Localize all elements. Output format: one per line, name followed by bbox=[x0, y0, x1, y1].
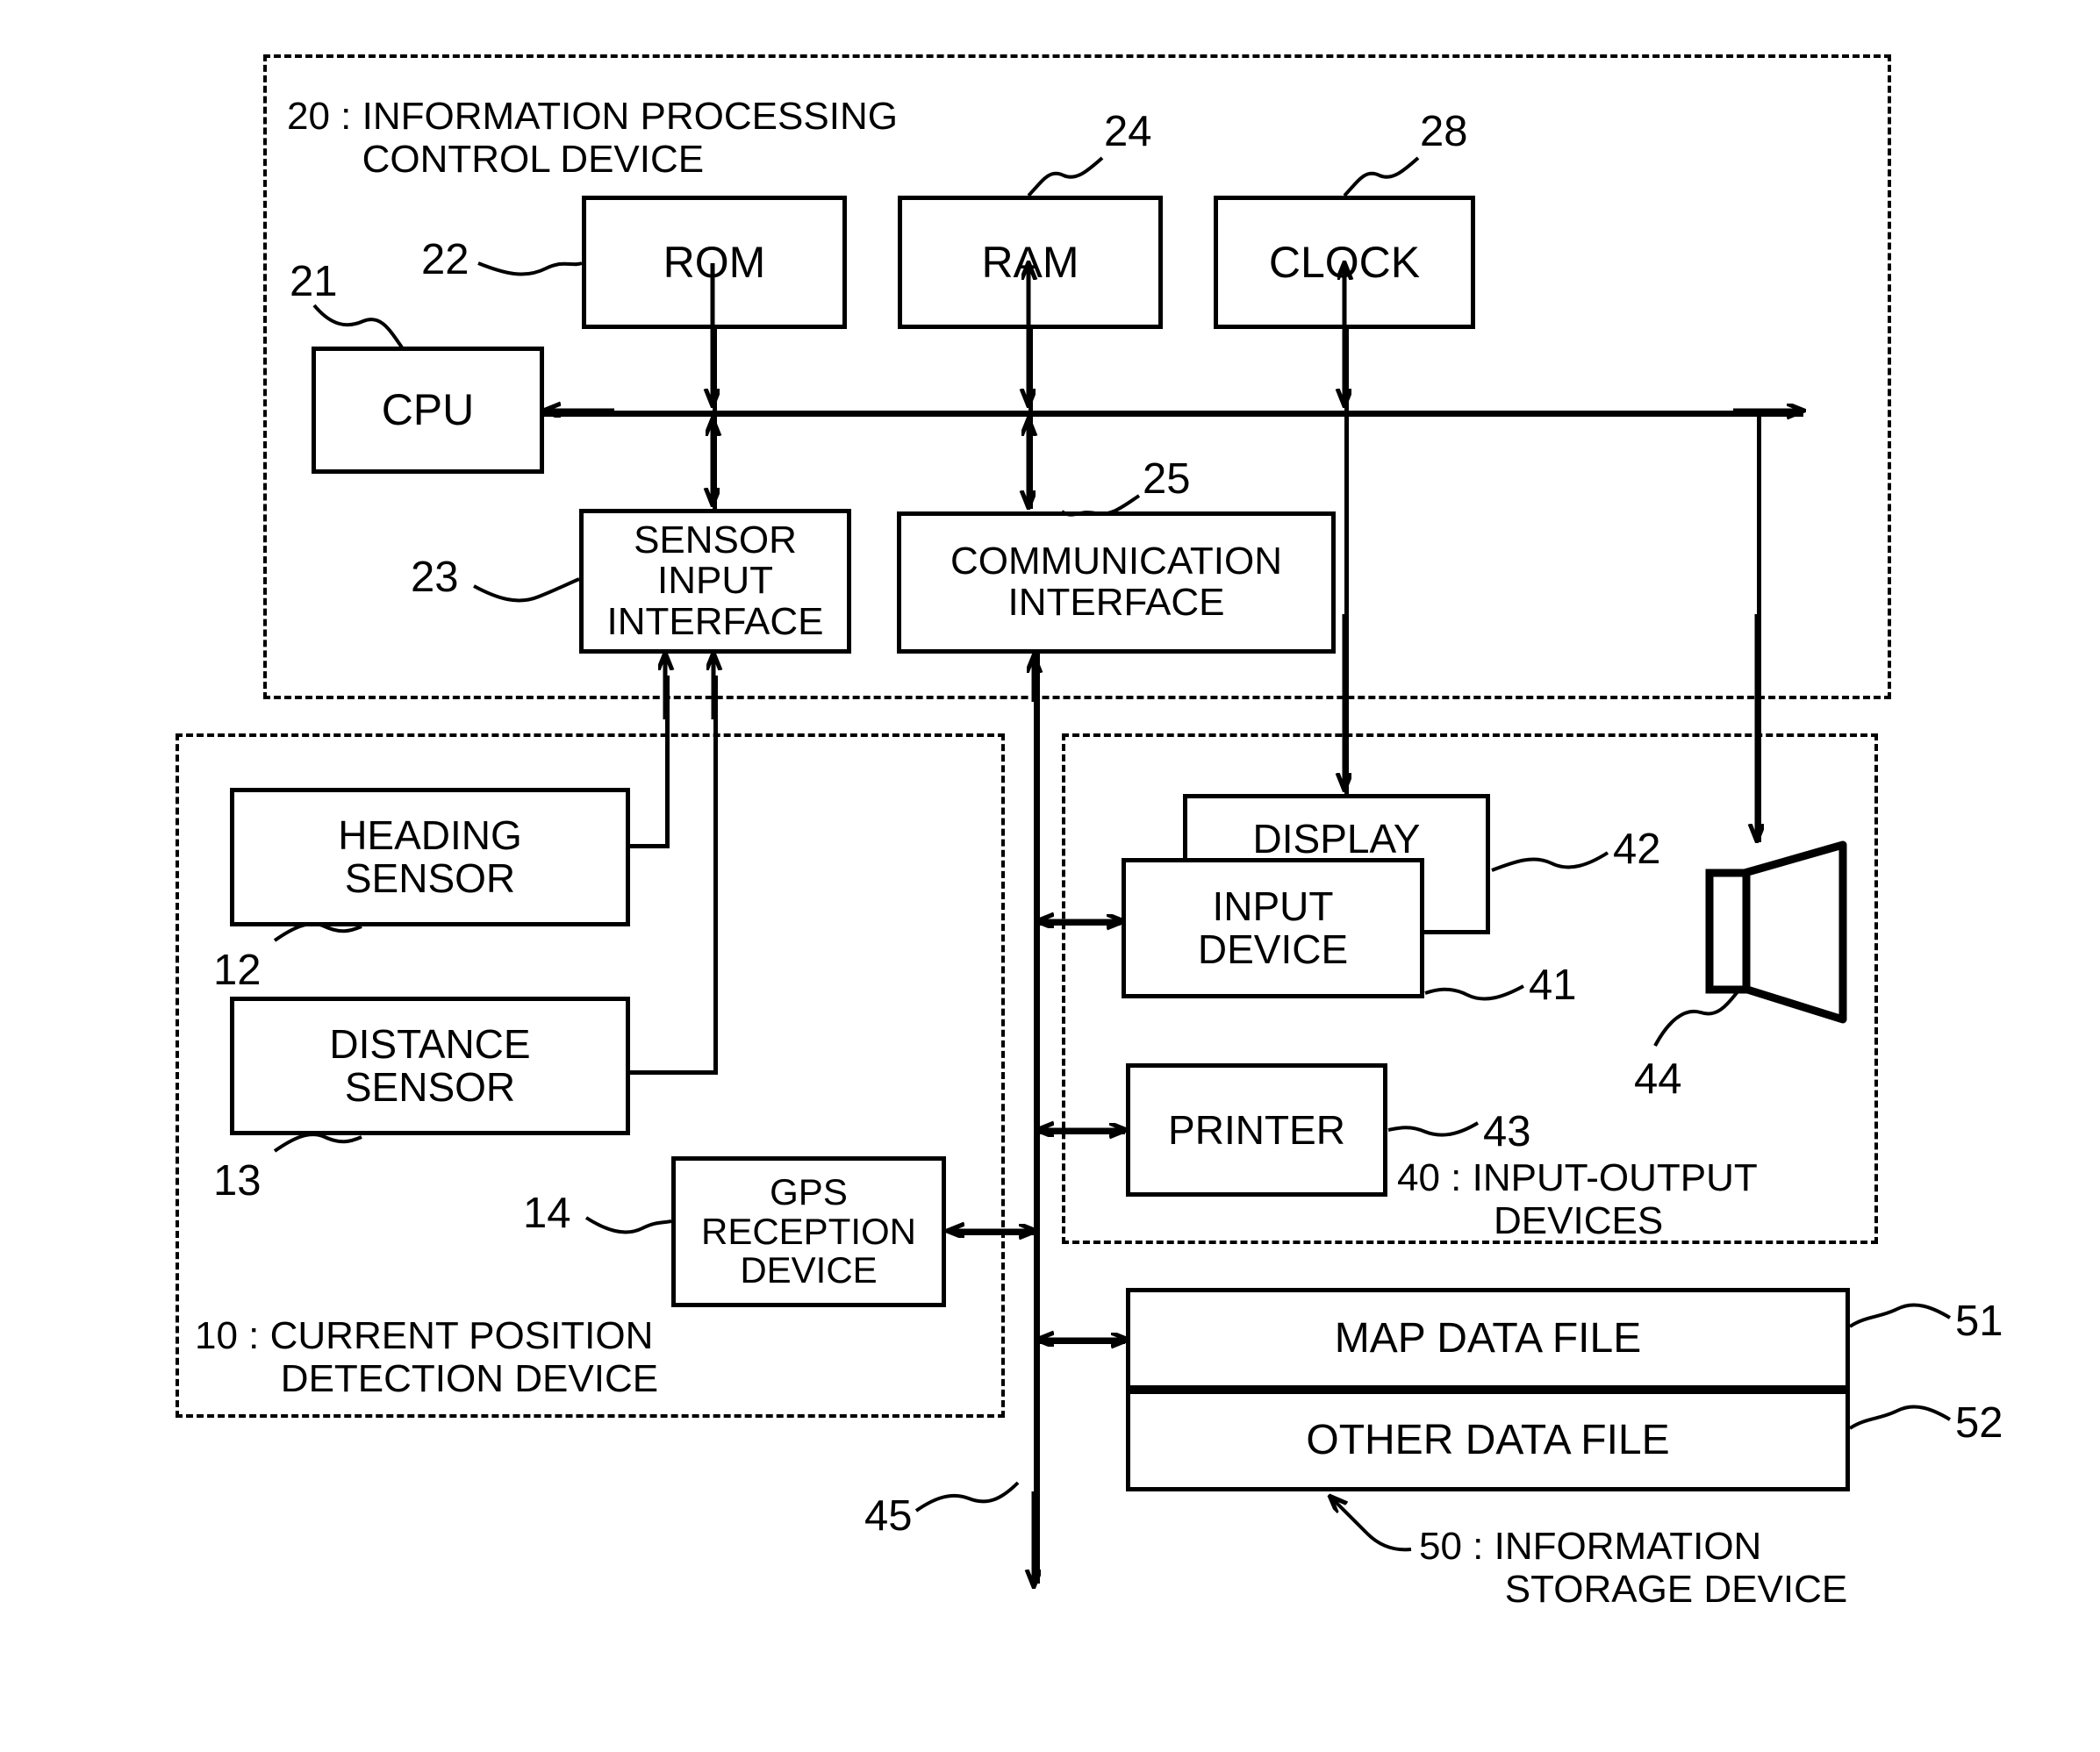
cpu-bus-line bbox=[540, 411, 1803, 417]
block-rom-label: ROM bbox=[663, 237, 766, 287]
block-display-label: DISPLAY bbox=[1252, 816, 1421, 862]
block-ram[interactable]: RAM bbox=[898, 196, 1163, 329]
block-communication-interface[interactable]: COMMUNICATION INTERFACE bbox=[897, 511, 1336, 654]
ram-bus-connector bbox=[1028, 329, 1033, 412]
ref-numeral-12: 12 bbox=[213, 947, 262, 994]
bus-to-speaker-connector bbox=[1757, 412, 1761, 842]
ref-numeral-51: 51 bbox=[1955, 1298, 2003, 1345]
block-input-device[interactable]: INPUT DEVICE bbox=[1122, 858, 1424, 998]
speaker-icon bbox=[1705, 840, 1847, 1024]
block-distance-sensor-label-line2: SENSOR bbox=[344, 1064, 516, 1110]
block-heading-sensor-label-line2: SENSOR bbox=[344, 855, 516, 901]
block-sensor-input-interface[interactable]: SENSOR INPUT INTERFACE bbox=[579, 509, 851, 654]
block-printer[interactable]: PRINTER bbox=[1126, 1063, 1387, 1197]
block-gps-reception-device-label-line3: DEVICE bbox=[740, 1249, 878, 1291]
ref-numeral-43: 43 bbox=[1483, 1108, 1531, 1155]
block-printer-label: PRINTER bbox=[1168, 1106, 1345, 1153]
block-sensor-input-interface-label-line3: INTERFACE bbox=[606, 599, 824, 643]
bus-to-display-connector bbox=[1344, 412, 1349, 798]
ref-numeral-21: 21 bbox=[290, 258, 338, 305]
rom-to-sensor-if-connector bbox=[713, 412, 717, 509]
ref-numeral-24: 24 bbox=[1104, 108, 1152, 155]
block-map-data-file-label: MAP DATA FILE bbox=[1334, 1314, 1642, 1362]
ref-numeral-42: 42 bbox=[1613, 826, 1661, 873]
clock-bus-connector bbox=[1344, 329, 1349, 412]
block-distance-sensor-label-line1: DISTANCE bbox=[329, 1021, 531, 1068]
block-input-device-label-line1: INPUT bbox=[1212, 883, 1334, 930]
block-input-device-label-line2: DEVICE bbox=[1197, 926, 1349, 972]
ref-numeral-23: 23 bbox=[411, 554, 459, 601]
caption-current-position-detection-device: 10 : CURRENT POSITION DETECTION DEVICE bbox=[195, 1314, 659, 1401]
trunk-to-input-device-line bbox=[1037, 921, 1121, 926]
ref-numeral-13: 13 bbox=[213, 1157, 262, 1205]
block-clock-label: CLOCK bbox=[1268, 237, 1421, 287]
patent-figure: CPU ROM RAM CLOCK SENSOR INPUT INTERFACE… bbox=[0, 0, 2100, 1752]
block-gps-reception-device[interactable]: GPS RECEPTION DEVICE bbox=[671, 1156, 946, 1307]
heading-sensor-lead-v bbox=[665, 676, 670, 847]
block-map-data-file[interactable]: MAP DATA FILE bbox=[1126, 1288, 1850, 1390]
block-clock[interactable]: CLOCK bbox=[1214, 196, 1475, 329]
communication-trunk-line bbox=[1034, 654, 1040, 1584]
block-rom[interactable]: ROM bbox=[582, 196, 847, 329]
block-communication-interface-label-line2: INTERFACE bbox=[1007, 581, 1225, 624]
block-communication-interface-label-line1: COMMUNICATION bbox=[950, 540, 1283, 583]
block-heading-sensor-label-line1: HEADING bbox=[338, 812, 522, 859]
ref-numeral-52: 52 bbox=[1955, 1399, 2003, 1447]
trunk-to-storage-line bbox=[1037, 1340, 1125, 1344]
ref-numeral-25: 25 bbox=[1143, 455, 1191, 503]
gps-to-trunk-line bbox=[952, 1231, 1036, 1235]
ram-to-comm-if-connector bbox=[1028, 412, 1033, 509]
block-other-data-file-label: OTHER DATA FILE bbox=[1306, 1416, 1670, 1463]
ref-numeral-28: 28 bbox=[1420, 108, 1468, 155]
caption-input-output-devices: 40 : INPUT-OUTPUT DEVICES bbox=[1397, 1156, 1758, 1243]
caption-information-storage-device: 50 : INFORMATION STORAGE DEVICE bbox=[1419, 1525, 1848, 1612]
block-heading-sensor[interactable]: HEADING SENSOR bbox=[230, 788, 630, 926]
block-ram-label: RAM bbox=[981, 237, 1079, 287]
heading-sensor-lead-h bbox=[630, 844, 670, 848]
ref-numeral-44: 44 bbox=[1634, 1055, 1682, 1103]
block-cpu[interactable]: CPU bbox=[312, 347, 544, 474]
block-sensor-input-interface-label-line2: INPUT bbox=[656, 559, 773, 603]
distance-sensor-lead-h bbox=[630, 1070, 718, 1075]
rom-bus-connector bbox=[713, 329, 717, 412]
ref-numeral-41: 41 bbox=[1529, 962, 1577, 1009]
ref-numeral-14: 14 bbox=[523, 1190, 571, 1237]
block-sensor-input-interface-label-line1: SENSOR bbox=[634, 518, 797, 561]
block-distance-sensor[interactable]: DISTANCE SENSOR bbox=[230, 997, 630, 1135]
block-other-data-file[interactable]: OTHER DATA FILE bbox=[1126, 1390, 1850, 1491]
block-gps-reception-device-label-line2: RECEPTION bbox=[700, 1210, 917, 1252]
ref-numeral-22: 22 bbox=[421, 236, 469, 283]
block-cpu-label: CPU bbox=[381, 385, 475, 434]
caption-information-processing-control-device: 20 : INFORMATION PROCESSING CONTROL DEVI… bbox=[287, 95, 898, 182]
trunk-to-printer-line bbox=[1037, 1130, 1125, 1134]
block-gps-reception-device-label-line1: GPS bbox=[770, 1171, 848, 1213]
distance-sensor-lead-v bbox=[713, 676, 718, 1072]
ref-numeral-45: 45 bbox=[864, 1492, 913, 1540]
